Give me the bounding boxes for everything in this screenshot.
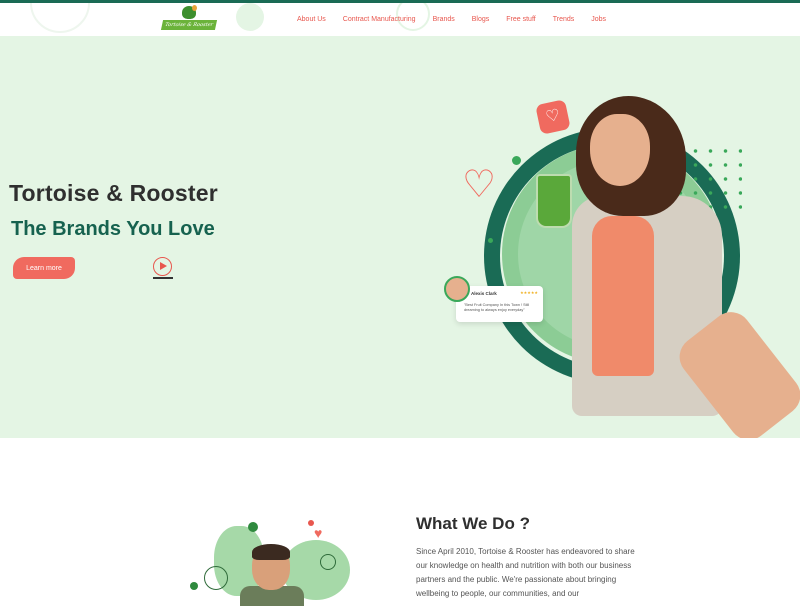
what-we-do-title: What We Do ?	[416, 514, 530, 533]
green-juice-glass	[536, 174, 572, 228]
man-hair	[252, 544, 290, 560]
play-underline	[153, 277, 173, 279]
logo-sun-icon	[192, 5, 197, 11]
nav-trends[interactable]: Trends	[553, 16, 575, 23]
logo-text: Tortoise & Rooster	[160, 20, 218, 30]
hero-subtitle: The Brands You Love	[11, 218, 215, 240]
decor-dot	[190, 582, 198, 590]
hero-section: Tortoise & Rooster The Brands You Love L…	[0, 36, 800, 438]
woman-face	[590, 114, 650, 186]
learn-more-button[interactable]: Learn more	[13, 257, 75, 279]
nav-brands[interactable]: Brands	[433, 16, 455, 23]
play-video-icon[interactable]	[153, 257, 172, 276]
review-text: "Best Fruit Company In this Town ! Still…	[464, 303, 530, 312]
review-name: Alexis Clark	[471, 291, 497, 296]
logo[interactable]: Tortoise & Rooster	[160, 5, 218, 33]
nav-blogs[interactable]: Blogs	[472, 16, 490, 23]
heart-icon: ♡	[535, 99, 571, 135]
header-decor-arc	[30, 3, 90, 33]
nav-jobs[interactable]: Jobs	[591, 16, 606, 23]
star-icon: ★★★★★	[520, 290, 538, 295]
hero-woman-image	[520, 96, 800, 438]
hero-title: Tortoise & Rooster	[9, 180, 218, 206]
nav-contract-manufacturing[interactable]: Contract Manufacturing	[343, 16, 416, 23]
avatar	[444, 276, 470, 302]
site-header: Tortoise & Rooster About Us Contract Man…	[0, 3, 800, 36]
main-nav: About Us Contract Manufacturing Brands B…	[297, 3, 623, 36]
heart-outline-icon: ♡	[462, 164, 497, 206]
what-we-do-text: Since April 2010, Tortoise & Rooster has…	[416, 547, 635, 598]
nav-about-us[interactable]: About Us	[297, 16, 326, 23]
decor-ring	[204, 566, 228, 590]
green-dot	[512, 156, 521, 165]
green-dot-small	[488, 238, 493, 243]
header-decor-circle	[236, 3, 264, 31]
decor-dot	[248, 522, 258, 532]
decor-heart-icon: ♥	[314, 525, 323, 541]
woman-shirt	[592, 216, 654, 376]
nav-free-stuff[interactable]: Free stuff	[506, 16, 535, 23]
decor-ring	[320, 554, 336, 570]
